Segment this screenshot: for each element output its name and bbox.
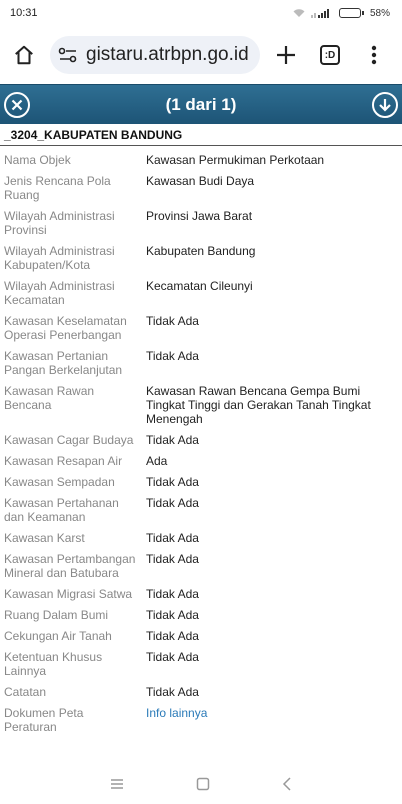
table-row: Kawasan Resapan Air Ada	[0, 451, 402, 472]
table-row: Catatan Tidak Ada	[0, 682, 402, 703]
attribute-key: Cekungan Air Tanah	[4, 629, 112, 643]
table-row: Wilayah Administrasi Kecamatan Kecamatan …	[0, 276, 402, 311]
square-icon[interactable]	[196, 777, 210, 791]
address-bar[interactable]: gistaru.atrbpn.go.id	[50, 36, 260, 74]
close-icon	[11, 99, 23, 110]
attribute-value: Tidak Ada	[146, 349, 199, 363]
layer-title: _3204_KABUPATEN BANDUNG	[0, 124, 402, 146]
attribute-key: Kawasan Cagar Budaya	[4, 433, 134, 447]
attribute-value: Kabupaten Bandung	[146, 244, 256, 258]
table-row: Kawasan Karst Tidak Ada	[0, 528, 402, 549]
arrow-down-icon	[379, 98, 391, 112]
attribute-value: Tidak Ada	[146, 629, 199, 643]
attribute-key: Kawasan Sempadan	[4, 475, 115, 489]
menu-icon[interactable]	[110, 778, 124, 790]
attribute-key: Kawasan Rawan Bencana	[4, 384, 95, 412]
attribute-value: Kecamatan Cileunyi	[146, 279, 253, 293]
attribute-value: Ada	[146, 454, 168, 468]
attribute-key: Wilayah Administrasi Provinsi	[4, 209, 115, 237]
info-link[interactable]: Info lainnya	[146, 706, 207, 720]
attribute-value: Kawasan Budi Daya	[146, 174, 255, 188]
new-tab-button[interactable]	[268, 37, 304, 73]
signal-icon	[310, 9, 329, 18]
battery-percent: 58%	[369, 7, 390, 19]
table-row: Kawasan Rawan Bencana Kawasan Rawan Benca…	[0, 381, 402, 430]
status-time: 10:31	[10, 7, 38, 19]
home-button[interactable]	[6, 37, 42, 73]
table-row: Kawasan Migrasi Satwa Tidak Ada	[0, 584, 402, 605]
more-vert-icon	[371, 45, 377, 65]
attribute-value: Tidak Ada	[146, 531, 199, 545]
table-row: Ruang Dalam Bumi Tidak Ada	[0, 605, 402, 626]
table-row: Kawasan Pertambangan Mineral dan Batubar…	[0, 549, 402, 584]
attribute-value: Tidak Ada	[146, 608, 199, 622]
status-bar: 10:31 58%	[0, 0, 402, 26]
wifi-icon	[293, 9, 305, 17]
attribute-key: Wilayah Administrasi Kecamatan	[4, 279, 115, 307]
attribute-value: Kawasan Permukiman Perkotaan	[146, 153, 325, 167]
attribute-value: Tidak Ada	[146, 314, 199, 328]
attribute-key: Kawasan Pertahanan dan Keamanan	[4, 496, 119, 524]
attribute-value: Info lainnya	[142, 703, 402, 738]
table-row: Wilayah Administrasi Provinsi Provinsi Ja…	[0, 206, 402, 241]
attribute-key: Ruang Dalam Bumi	[4, 608, 109, 622]
table-row: Nama Objek Kawasan Permukiman Perkotaan	[0, 150, 402, 171]
status-icons: 58%	[293, 8, 390, 19]
attribute-key: Nama Objek	[4, 153, 71, 167]
table-row: Dokumen Peta Peraturan Info lainnya	[0, 703, 402, 738]
attribute-value: Tidak Ada	[146, 496, 199, 510]
popup-header: (1 dari 1)	[0, 84, 402, 124]
attribute-key: Kawasan Karst	[4, 531, 85, 545]
attribute-key: Kawasan Pertambangan Mineral dan Batubar…	[4, 552, 136, 580]
table-row: Ketentuan Khusus Lainnya Tidak Ada	[0, 647, 402, 682]
attribute-value: Tidak Ada	[146, 552, 199, 566]
attribute-value: Tidak Ada	[146, 587, 199, 601]
back-icon[interactable]	[282, 777, 292, 791]
popup-title: (1 dari 1)	[165, 94, 237, 114]
attribute-value: Tidak Ada	[146, 650, 199, 664]
next-feature-button[interactable]	[371, 91, 398, 118]
browser-toolbar: gistaru.atrbpn.go.id :D	[0, 26, 402, 84]
plus-icon	[277, 46, 295, 64]
attribute-key: Jenis Rencana Pola Ruang	[4, 174, 111, 202]
table-row: Kawasan Pertanian Pangan Berkelanjutan Ti…	[0, 346, 402, 381]
attribute-key: Catatan	[4, 685, 47, 699]
table-row: Kawasan Keselamatan Operasi Penerbangan T…	[0, 311, 402, 346]
attribute-value: Tidak Ada	[146, 685, 199, 699]
attribute-key: Kawasan Migrasi Satwa	[4, 587, 133, 601]
tab-switcher-button[interactable]: :D	[312, 37, 348, 73]
table-row: Kawasan Pertahanan dan Keamanan Tidak Ada	[0, 493, 402, 528]
attribute-key: Kawasan Resapan Air	[4, 454, 123, 468]
table-row: Kawasan Sempadan Tidak Ada	[0, 472, 402, 493]
url-text: gistaru.atrbpn.go.id	[86, 44, 249, 65]
battery-icon	[338, 8, 364, 18]
tab-count: :D	[320, 45, 340, 65]
system-nav-bar	[0, 764, 402, 804]
attribute-key: Wilayah Administrasi Kabupaten/Kota	[4, 244, 115, 272]
site-settings-icon[interactable]	[58, 46, 78, 64]
table-row: Wilayah Administrasi Kabupaten/Kota Kabup…	[0, 241, 402, 276]
browser-menu-button[interactable]	[356, 37, 392, 73]
attribute-key: Kawasan Pertanian Pangan Berkelanjutan	[4, 349, 123, 377]
table-row: Jenis Rencana Pola Ruang Kawasan Budi Day…	[0, 171, 402, 206]
home-icon	[15, 45, 33, 65]
attribute-value: Kawasan Rawan Bencana Gempa Bumi Tingkat…	[146, 384, 371, 426]
attribute-table: Nama Objek Kawasan Permukiman Perkotaan Je…	[0, 150, 402, 738]
attribute-value: Provinsi Jawa Barat	[146, 209, 253, 223]
attribute-key: Dokumen Peta Peraturan	[4, 706, 84, 734]
attribute-key: Ketentuan Khusus Lainnya	[4, 650, 103, 678]
attribute-key: Kawasan Keselamatan Operasi Penerbangan	[4, 314, 127, 342]
attribute-value: Tidak Ada	[146, 475, 199, 489]
table-row: Kawasan Cagar Budaya Tidak Ada	[0, 430, 402, 451]
attribute-value: Tidak Ada	[146, 433, 199, 447]
table-row: Cekungan Air Tanah Tidak Ada	[0, 626, 402, 647]
close-popup-button[interactable]	[4, 91, 30, 118]
